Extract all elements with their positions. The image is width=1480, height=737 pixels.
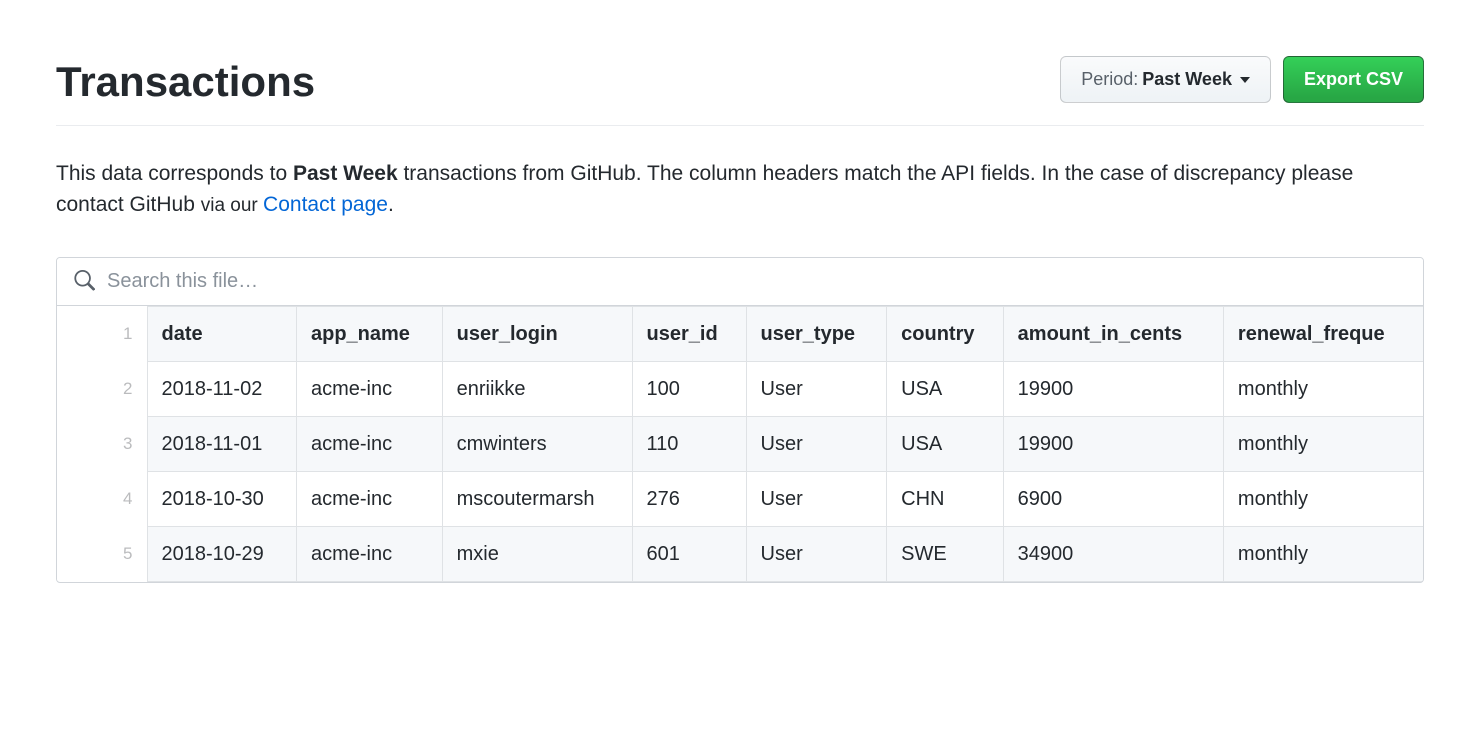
column-header: amount_in_cents (1003, 306, 1223, 361)
column-header: user_type (746, 306, 887, 361)
table-row: 42018-10-30acme-incmscoutermarsh276UserC… (57, 471, 1423, 526)
column-header: user_id (632, 306, 746, 361)
intro-suffix: . (388, 193, 394, 216)
cell-user_login: cmwinters (442, 416, 632, 471)
cell-user_id: 601 (632, 526, 746, 581)
column-header: renewal_freque (1223, 306, 1423, 361)
period-label: Period: (1081, 67, 1138, 92)
table-row: 32018-11-01acme-inccmwinters110UserUSA19… (57, 416, 1423, 471)
cell-country: USA (887, 361, 1004, 416)
line-number: 1 (57, 306, 147, 361)
cell-amount_in_cents: 34900 (1003, 526, 1223, 581)
cell-user_type: User (746, 526, 887, 581)
column-header: app_name (296, 306, 442, 361)
table-container: 1dateapp_nameuser_loginuser_iduser_typec… (57, 306, 1423, 582)
column-header: country (887, 306, 1004, 361)
cell-country: CHN (887, 471, 1004, 526)
contact-page-link[interactable]: Contact page (263, 193, 388, 216)
caret-down-icon (1240, 77, 1250, 83)
cell-user_login: enriikke (442, 361, 632, 416)
column-header: user_login (442, 306, 632, 361)
export-csv-button[interactable]: Export CSV (1283, 56, 1424, 103)
cell-amount_in_cents: 6900 (1003, 471, 1223, 526)
period-value: Past Week (1142, 67, 1232, 92)
line-number: 4 (57, 471, 147, 526)
search-bar (57, 258, 1423, 306)
cell-renewal: monthly (1223, 526, 1423, 581)
intro-via: via our (201, 195, 263, 216)
search-icon (73, 270, 95, 292)
cell-app_name: acme-inc (296, 526, 442, 581)
cell-amount_in_cents: 19900 (1003, 416, 1223, 471)
cell-amount_in_cents: 19900 (1003, 361, 1223, 416)
cell-renewal: monthly (1223, 416, 1423, 471)
cell-app_name: acme-inc (296, 361, 442, 416)
cell-date: 2018-11-01 (147, 416, 296, 471)
header-actions: Period: Past Week Export CSV (1060, 56, 1424, 103)
cell-country: SWE (887, 526, 1004, 581)
cell-user_type: User (746, 361, 887, 416)
line-number: 2 (57, 361, 147, 416)
table-row: 22018-11-02acme-incenriikke100UserUSA199… (57, 361, 1423, 416)
cell-app_name: acme-inc (296, 416, 442, 471)
cell-user_id: 100 (632, 361, 746, 416)
intro-text: This data corresponds to Past Week trans… (56, 158, 1424, 221)
cell-date: 2018-10-29 (147, 526, 296, 581)
cell-user_login: mxie (442, 526, 632, 581)
cell-app_name: acme-inc (296, 471, 442, 526)
cell-renewal: monthly (1223, 471, 1423, 526)
transactions-table: 1dateapp_nameuser_loginuser_iduser_typec… (57, 306, 1423, 582)
column-header: date (147, 306, 296, 361)
table-header-row: 1dateapp_nameuser_loginuser_iduser_typec… (57, 306, 1423, 361)
cell-user_login: mscoutermarsh (442, 471, 632, 526)
cell-user_type: User (746, 416, 887, 471)
period-dropdown[interactable]: Period: Past Week (1060, 56, 1271, 103)
cell-country: USA (887, 416, 1004, 471)
line-number: 3 (57, 416, 147, 471)
cell-renewal: monthly (1223, 361, 1423, 416)
intro-prefix: This data corresponds to (56, 162, 293, 185)
cell-user_id: 276 (632, 471, 746, 526)
page-title: Transactions (56, 56, 315, 109)
cell-date: 2018-10-30 (147, 471, 296, 526)
cell-date: 2018-11-02 (147, 361, 296, 416)
file-viewer: 1dateapp_nameuser_loginuser_iduser_typec… (56, 257, 1424, 583)
page-header: Transactions Period: Past Week Export CS… (56, 56, 1424, 126)
cell-user_id: 110 (632, 416, 746, 471)
table-row: 52018-10-29acme-incmxie601UserSWE34900mo… (57, 526, 1423, 581)
search-input[interactable] (107, 270, 1407, 293)
intro-period: Past Week (293, 162, 398, 185)
cell-user_type: User (746, 471, 887, 526)
line-number: 5 (57, 526, 147, 581)
